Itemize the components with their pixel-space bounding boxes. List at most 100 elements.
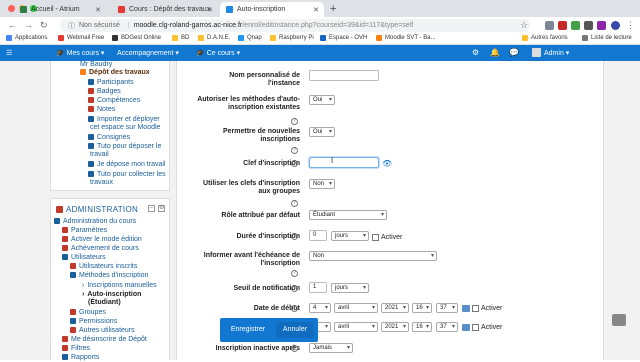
hamburger-icon[interactable]: ☰ bbox=[6, 49, 12, 57]
tab-auto-inscription[interactable]: Auto-inscription ✕ bbox=[220, 2, 324, 17]
debut-hour-select[interactable]: 16 bbox=[412, 303, 432, 313]
star-icon[interactable]: ☆ bbox=[520, 20, 528, 31]
nav-item-tuto-deposer-cont[interactable]: travail bbox=[90, 151, 109, 159]
notifications-bell-icon[interactable]: 🔔 bbox=[490, 48, 500, 57]
bookmark-moodle-svt[interactable]: Moodle SVT - Ba... bbox=[376, 35, 436, 41]
fin-hour-select[interactable]: 16 bbox=[412, 322, 432, 332]
fin-minute-select[interactable]: 37 bbox=[436, 322, 458, 332]
bookmark-qnap[interactable]: Qnap bbox=[238, 35, 262, 41]
admin-item-rapports[interactable]: Rapports bbox=[62, 354, 99, 362]
messages-icon[interactable]: 💬 bbox=[509, 48, 519, 57]
menu-dots-icon[interactable]: ⋮ bbox=[626, 20, 635, 31]
admin-item-parametres[interactable]: Paramètres bbox=[62, 227, 107, 235]
address-bar[interactable]: ⓘ Non sécurisé | moodle.clg-roland-garro… bbox=[60, 19, 530, 32]
extension-icon[interactable] bbox=[558, 21, 567, 30]
nav-item-tuto-deposer[interactable]: Tuto pour déposer le bbox=[88, 143, 161, 151]
admin-item-utilisateurs[interactable]: Utilisateurs bbox=[62, 254, 106, 262]
admin-item-groupes[interactable]: Groupes bbox=[70, 309, 106, 317]
help-icon[interactable]: ? bbox=[291, 233, 298, 240]
tab-depot-travaux[interactable]: Cours : Dépôt des travaux ✕ bbox=[112, 2, 218, 17]
reveal-eye-icon[interactable]: 👁 bbox=[382, 159, 392, 168]
admin-item-desinscrire[interactable]: Me désinscrire de Dépôt bbox=[62, 336, 147, 344]
block-actions-icon[interactable]: ⚙ bbox=[158, 205, 165, 212]
new-tab-button[interactable]: + bbox=[330, 3, 336, 15]
nav-item-tuto-collecter[interactable]: Tuto pour collecter les bbox=[88, 171, 166, 179]
admin-item-filtres[interactable]: Filtres bbox=[62, 345, 90, 353]
debut-month-select[interactable]: avril bbox=[334, 303, 378, 313]
fin-month-select[interactable]: avril bbox=[334, 322, 378, 332]
admin-item-methodes-inscription[interactable]: Méthodes d'inscription bbox=[70, 272, 148, 280]
bookmark-autres-favoris[interactable]: Autres favoris bbox=[522, 35, 568, 41]
save-button[interactable]: Enregistrer bbox=[224, 322, 272, 338]
admin-item-achevement[interactable]: Achèvement de cours bbox=[62, 245, 139, 253]
help-icon[interactable]: ? bbox=[291, 147, 298, 154]
debut-day-select[interactable]: 4 bbox=[309, 303, 331, 313]
admin-item-administration-cours[interactable]: Administration du cours bbox=[54, 218, 136, 226]
extension-icon[interactable] bbox=[545, 21, 554, 30]
seuil-unit-select[interactable]: jours bbox=[331, 283, 369, 293]
informer-select[interactable]: Non bbox=[309, 251, 437, 261]
settings-gear-icon[interactable]: ⚙ bbox=[472, 48, 479, 57]
help-icon[interactable]: ? bbox=[291, 285, 298, 292]
admin-item-auto-inscription-cont[interactable]: (Étudiant) bbox=[88, 299, 121, 307]
bookmark-dane[interactable]: D.A.N.E. bbox=[198, 35, 230, 41]
bookmark-liste-lecture[interactable]: Liste de lecture bbox=[582, 35, 632, 41]
collapse-block-icon[interactable]: – bbox=[148, 205, 155, 212]
permettre-select[interactable]: Oui bbox=[309, 127, 335, 137]
seuil-input[interactable]: 1 bbox=[309, 282, 327, 293]
help-icon[interactable]: ? bbox=[291, 345, 298, 352]
extension-icon[interactable] bbox=[584, 21, 593, 30]
admin-item-permissions[interactable]: Permissions bbox=[70, 318, 117, 326]
help-icon[interactable]: ? bbox=[291, 118, 298, 125]
bookmark-raspberry[interactable]: Raspberry Pi bbox=[270, 35, 314, 41]
close-tab-icon[interactable]: ✕ bbox=[207, 6, 213, 14]
inactive-select[interactable]: Jamais bbox=[309, 343, 353, 353]
tab-accueil[interactable]: Accueil - Atrium ✕ bbox=[6, 2, 106, 17]
admin-item-auto-inscription[interactable]: › Auto-inscription bbox=[82, 291, 141, 299]
cancel-button[interactable]: Annuler bbox=[276, 322, 314, 338]
close-tab-icon[interactable]: ✕ bbox=[313, 6, 319, 14]
bookmark-bd[interactable]: BD bbox=[172, 35, 189, 41]
user-avatar[interactable] bbox=[532, 48, 541, 57]
clef-inscription-input[interactable] bbox=[309, 157, 379, 168]
help-icon[interactable]: ? bbox=[291, 305, 298, 312]
mes-cours-menu[interactable]: 🎓 Mes cours ▾ bbox=[56, 49, 104, 57]
duree-activer-checkbox[interactable] bbox=[372, 234, 379, 241]
autoriser-select[interactable]: Oui bbox=[309, 95, 335, 105]
help-icon[interactable]: ? bbox=[291, 160, 298, 167]
admin-item-mode-edition[interactable]: Activer le mode édition bbox=[62, 236, 142, 244]
nav-item-tuto-collecter-cont[interactable]: travaux bbox=[90, 179, 113, 187]
nav-item-notes[interactable]: Notes bbox=[88, 106, 115, 114]
clefs-groupes-select[interactable]: Non bbox=[309, 179, 335, 189]
debut-year-select[interactable]: 2021 bbox=[381, 303, 409, 313]
admin-item-inscriptions-manuelles[interactable]: › Inscriptions manuelles bbox=[82, 282, 157, 290]
fin-activer-checkbox[interactable] bbox=[472, 324, 479, 331]
forward-icon[interactable]: → bbox=[24, 20, 33, 30]
accompagnement-menu[interactable]: Accompagnement ▾ bbox=[117, 49, 179, 57]
profile-avatar[interactable] bbox=[611, 21, 620, 30]
nav-item-consignes[interactable]: Consignes bbox=[88, 134, 130, 142]
calendar-icon[interactable] bbox=[462, 305, 470, 312]
nav-item-badges[interactable]: Badges bbox=[88, 88, 121, 96]
bookmark-bdgest[interactable]: BDGest Online bbox=[112, 35, 161, 41]
back-icon[interactable]: ← bbox=[8, 20, 17, 30]
nav-item-importer[interactable]: Importer et déployer bbox=[88, 116, 160, 124]
duree-input[interactable]: 0 bbox=[309, 230, 327, 241]
nav-item-mr-baudry[interactable]: Mr Baudry bbox=[80, 61, 112, 69]
nav-item-importer-cont[interactable]: cet espace sur Moodle bbox=[90, 124, 160, 132]
duree-unit-select[interactable]: jours bbox=[331, 231, 369, 241]
extension-icon[interactable] bbox=[597, 21, 606, 30]
role-select[interactable]: Étudiant bbox=[309, 210, 387, 220]
reload-icon[interactable]: ↻ bbox=[40, 20, 48, 31]
bookmark-ovh[interactable]: Espace - OVH bbox=[320, 35, 367, 41]
fin-year-select[interactable]: 2021 bbox=[381, 322, 409, 332]
nav-item-competences[interactable]: Compétences bbox=[88, 97, 140, 105]
extension-icon[interactable] bbox=[571, 21, 580, 30]
user-menu[interactable]: Admin ▾ bbox=[544, 49, 569, 57]
bookmark-webmail[interactable]: Webmail Free bbox=[58, 35, 104, 41]
debut-minute-select[interactable]: 37 bbox=[436, 303, 458, 313]
ce-cours-menu[interactable]: 🎓 Ce cours ▾ bbox=[196, 49, 240, 57]
calendar-icon[interactable] bbox=[462, 324, 470, 331]
nav-item-je-depose[interactable]: Je dépose mon travail bbox=[88, 161, 165, 169]
debut-activer-checkbox[interactable] bbox=[472, 305, 479, 312]
